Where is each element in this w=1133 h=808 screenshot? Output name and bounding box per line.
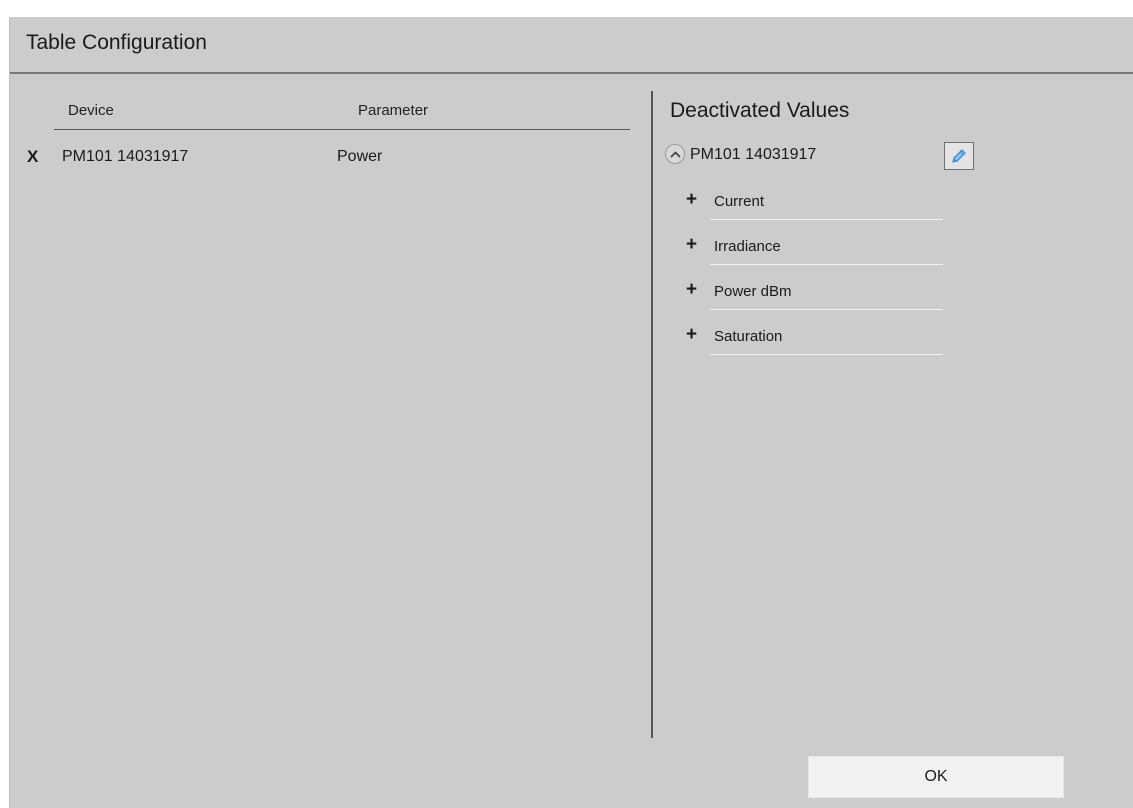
- panel-splitter[interactable]: [651, 91, 653, 738]
- header-divider: [54, 129, 630, 130]
- add-value-button[interactable]: +: [686, 190, 697, 210]
- add-value-button[interactable]: +: [686, 280, 697, 300]
- remove-row-button[interactable]: X: [27, 147, 38, 167]
- value-divider: [710, 309, 943, 310]
- value-label: Power dBm: [714, 283, 792, 300]
- value-label: Saturation: [714, 328, 783, 345]
- value-divider: [710, 354, 943, 355]
- device-cell: PM101 14031917: [62, 148, 189, 165]
- title-divider: [10, 72, 1133, 74]
- ok-button[interactable]: OK: [808, 756, 1064, 798]
- parameter-cell: Power: [337, 148, 383, 165]
- device-group-label: PM101 14031917: [690, 146, 817, 163]
- column-header-parameter[interactable]: Parameter: [358, 102, 428, 119]
- deactivated-value-item: + Irradiance: [686, 235, 946, 279]
- dialog-title: Table Configuration: [26, 31, 207, 54]
- column-header-device[interactable]: Device: [68, 102, 114, 119]
- value-label: Irradiance: [714, 238, 781, 255]
- pencil-icon[interactable]: [944, 142, 974, 170]
- add-value-button[interactable]: +: [686, 235, 697, 255]
- deactivated-value-item: + Power dBm: [686, 280, 946, 324]
- value-divider: [710, 264, 943, 265]
- deactivated-values-title: Deactivated Values: [670, 99, 850, 122]
- add-value-button[interactable]: +: [686, 325, 697, 345]
- table-configuration-dialog: Table Configuration Device Parameter X P…: [9, 17, 1133, 808]
- deactivated-value-item: + Saturation: [686, 325, 946, 369]
- deactivated-value-item: + Current: [686, 190, 946, 234]
- value-divider: [710, 219, 943, 220]
- chevron-up-icon[interactable]: [665, 144, 685, 164]
- value-label: Current: [714, 193, 765, 210]
